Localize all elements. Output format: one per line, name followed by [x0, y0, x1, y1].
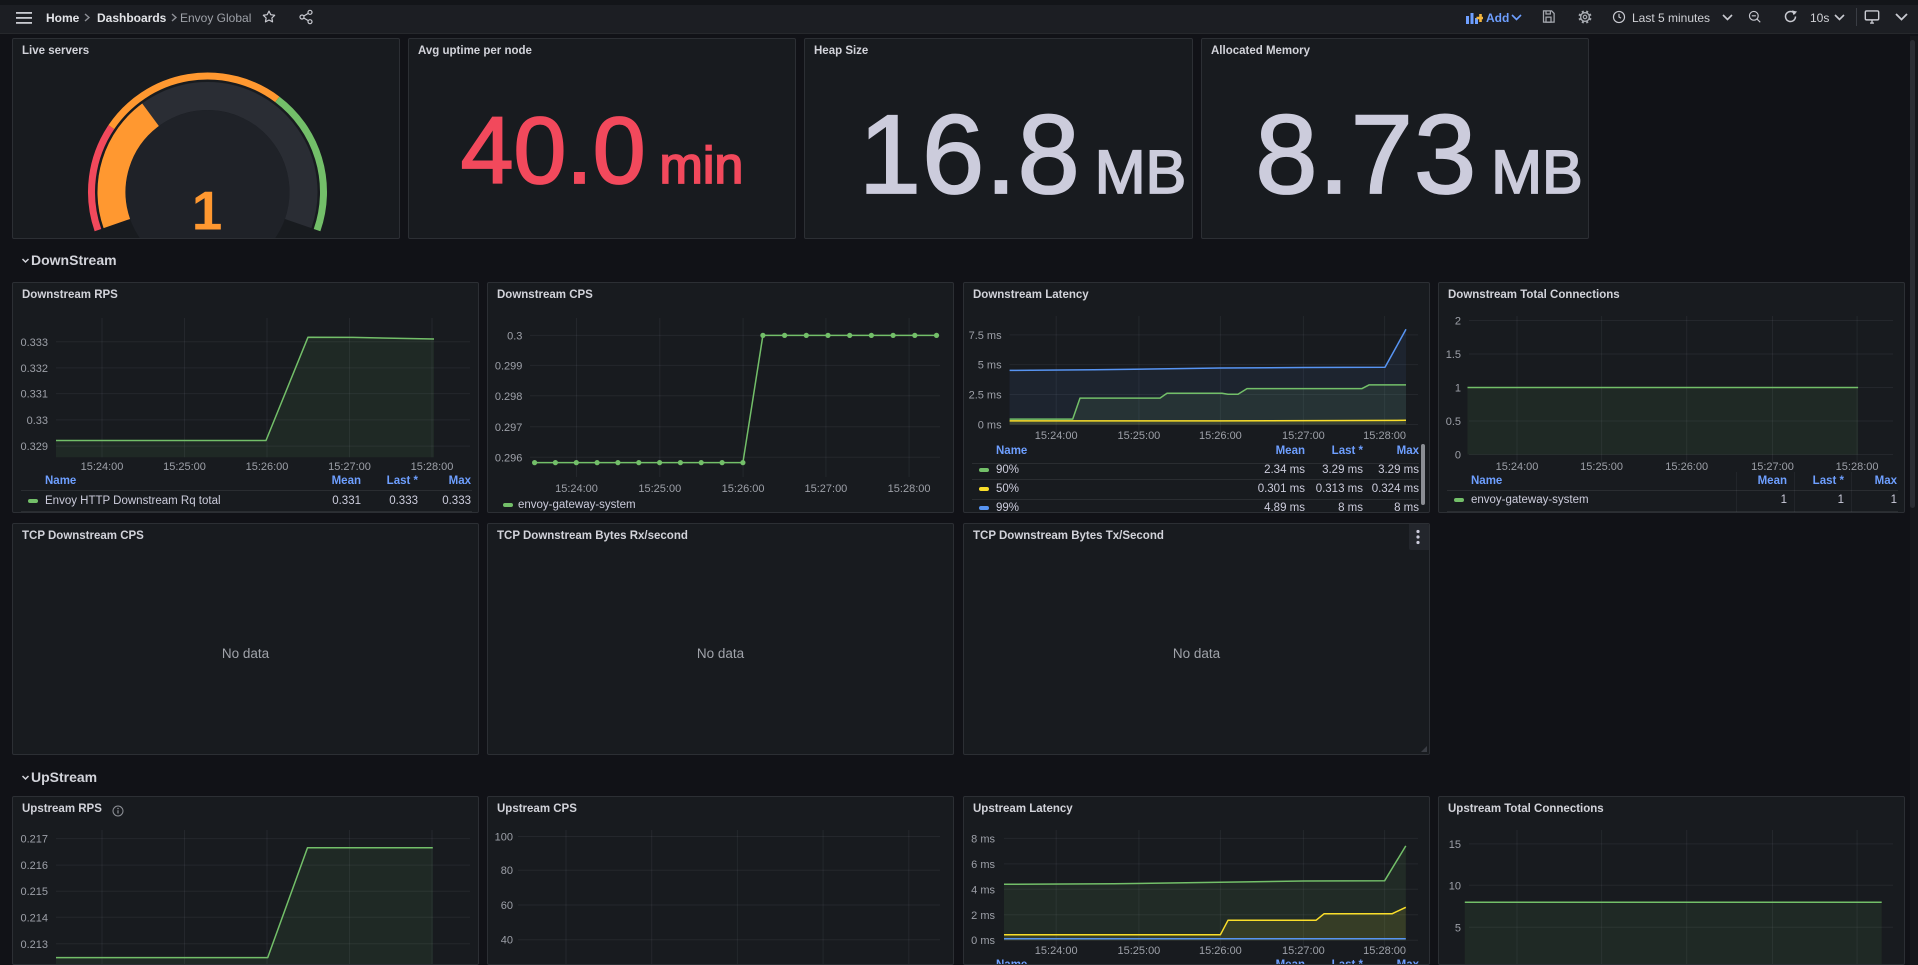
- svg-text:1: 1: [192, 180, 223, 239]
- svg-text:15:28:00: 15:28:00: [888, 483, 931, 495]
- svg-text:4 ms: 4 ms: [971, 884, 995, 896]
- svg-text:15:24:00: 15:24:00: [1496, 461, 1539, 473]
- svg-text:8 ms: 8 ms: [971, 833, 995, 845]
- svg-text:1.5: 1.5: [1446, 349, 1461, 361]
- svg-text:0.332: 0.332: [20, 363, 48, 375]
- svg-text:0 ms: 0 ms: [978, 420, 1002, 432]
- svg-text:0.215: 0.215: [20, 886, 48, 898]
- svg-text:2.5 ms: 2.5 ms: [969, 390, 1003, 402]
- svg-text:15:24:00: 15:24:00: [1035, 430, 1078, 442]
- svg-text:0.216: 0.216: [20, 860, 48, 872]
- svg-text:15:26:00: 15:26:00: [722, 483, 765, 495]
- svg-text:0.213: 0.213: [20, 939, 48, 951]
- svg-text:5: 5: [1455, 922, 1461, 934]
- svg-text:100: 100: [495, 832, 513, 844]
- svg-text:40: 40: [501, 935, 513, 947]
- svg-text:5 ms: 5 ms: [978, 360, 1002, 372]
- svg-text:0.331: 0.331: [20, 389, 48, 401]
- svg-text:15:28:00: 15:28:00: [1836, 461, 1879, 473]
- svg-text:15:28:00: 15:28:00: [1363, 945, 1406, 957]
- svg-text:7.5 ms: 7.5 ms: [969, 330, 1003, 342]
- svg-text:2: 2: [1455, 316, 1461, 328]
- svg-text:15:25:00: 15:25:00: [638, 483, 681, 495]
- svg-text:15:26:00: 15:26:00: [246, 461, 289, 473]
- svg-text:15:24:00: 15:24:00: [1035, 945, 1078, 957]
- svg-text:15:27:00: 15:27:00: [328, 461, 371, 473]
- svg-text:15:24:00: 15:24:00: [555, 483, 598, 495]
- svg-text:15:26:00: 15:26:00: [1665, 461, 1708, 473]
- svg-text:0.5: 0.5: [1446, 416, 1461, 428]
- svg-text:0.297: 0.297: [495, 422, 523, 434]
- svg-text:0.329: 0.329: [20, 441, 48, 453]
- svg-text:15:27:00: 15:27:00: [1282, 945, 1325, 957]
- svg-text:15:27:00: 15:27:00: [1282, 430, 1325, 442]
- svg-text:0.33: 0.33: [27, 415, 48, 427]
- svg-text:15:27:00: 15:27:00: [1751, 461, 1794, 473]
- svg-text:15:25:00: 15:25:00: [1580, 461, 1623, 473]
- svg-text:15:24:00: 15:24:00: [81, 461, 124, 473]
- svg-text:0.299: 0.299: [495, 360, 523, 372]
- svg-text:0: 0: [1455, 450, 1461, 462]
- svg-text:0.296: 0.296: [495, 452, 523, 464]
- svg-text:15: 15: [1449, 839, 1461, 851]
- svg-text:15:28:00: 15:28:00: [1363, 430, 1406, 442]
- svg-text:15:25:00: 15:25:00: [1117, 430, 1160, 442]
- svg-text:2 ms: 2 ms: [971, 910, 995, 922]
- svg-text:60: 60: [501, 900, 513, 912]
- svg-text:0.3: 0.3: [507, 330, 522, 342]
- svg-text:10: 10: [1449, 880, 1461, 892]
- svg-text:80: 80: [501, 865, 513, 877]
- svg-text:15:26:00: 15:26:00: [1199, 945, 1242, 957]
- svg-text:15:25:00: 15:25:00: [163, 461, 206, 473]
- svg-text:0.333: 0.333: [20, 337, 48, 349]
- svg-text:15:25:00: 15:25:00: [1117, 945, 1160, 957]
- svg-text:15:28:00: 15:28:00: [411, 461, 454, 473]
- svg-text:1: 1: [1455, 383, 1461, 395]
- svg-text:0 ms: 0 ms: [971, 935, 995, 947]
- svg-text:0.217: 0.217: [20, 834, 48, 846]
- svg-text:0.214: 0.214: [20, 912, 48, 924]
- svg-text:0.298: 0.298: [495, 391, 523, 403]
- svg-text:15:27:00: 15:27:00: [804, 483, 847, 495]
- svg-text:6 ms: 6 ms: [971, 859, 995, 871]
- svg-text:15:26:00: 15:26:00: [1199, 430, 1242, 442]
